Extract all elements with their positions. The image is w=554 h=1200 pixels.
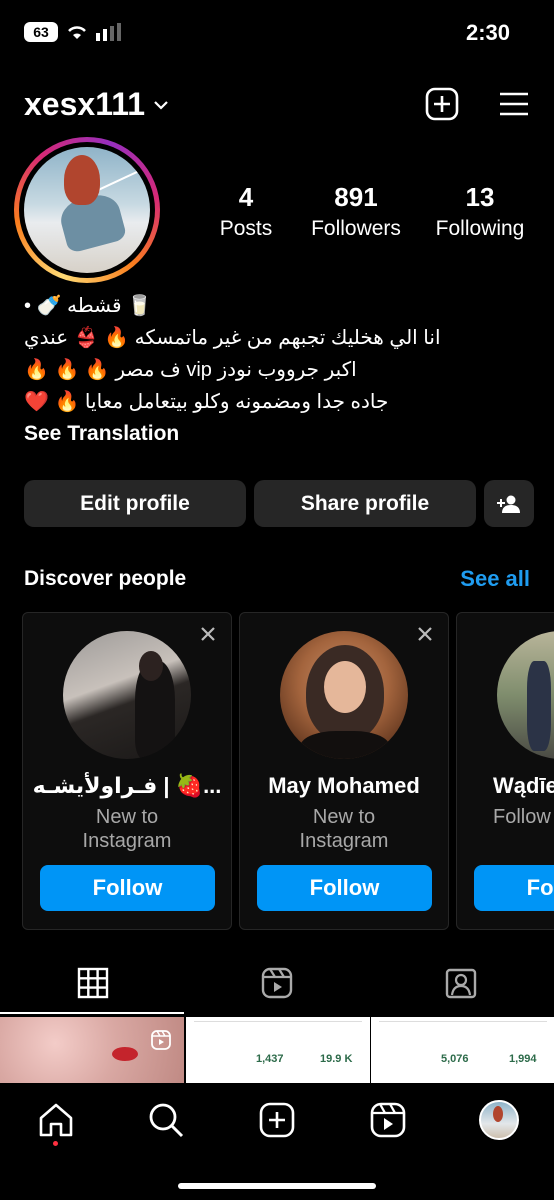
tagged-icon[interactable] xyxy=(444,966,478,1000)
stat-following[interactable]: 13 Following xyxy=(425,180,535,244)
close-icon[interactable] xyxy=(416,625,434,643)
grid-icon[interactable] xyxy=(76,966,110,1000)
suggestion-name: May Mohamed xyxy=(268,773,420,798)
lips-sticker xyxy=(112,1047,138,1061)
status-bar: 63 2:30 xyxy=(0,0,554,66)
discover-people-title: Discover people xyxy=(24,567,187,590)
follow-button[interactable]: Follow xyxy=(257,865,432,911)
suggestion-card[interactable]: May Mohamed New to Instagram Follow xyxy=(239,612,449,930)
post-stat: 1,994 xyxy=(509,1053,537,1065)
see-all-link[interactable]: See all xyxy=(460,566,530,592)
post-thumbnail[interactable]: 5,076 1,994 xyxy=(371,1017,554,1083)
search-icon[interactable] xyxy=(146,1100,186,1140)
avatar-photo xyxy=(24,147,150,273)
status-icons: 63 xyxy=(24,22,122,42)
create-post-icon[interactable] xyxy=(424,86,460,122)
posts-grid: 1,437 19.9 K 5,076 1,994 xyxy=(0,1017,554,1083)
create-icon[interactable] xyxy=(257,1100,297,1140)
stat-followers[interactable]: 891 Followers xyxy=(287,180,425,244)
reel-badge-icon xyxy=(151,1030,171,1050)
signal-icon xyxy=(96,23,121,41)
reels-icon[interactable] xyxy=(368,1100,408,1140)
profile-header: xesx111 xyxy=(0,80,554,136)
profile-avatar[interactable] xyxy=(14,137,160,283)
bio-line: انا الي هخليك تجبهم من غير ماتمسكه 🔥 👙 ع… xyxy=(24,327,441,349)
suggestion-subtitle: New to Instagram xyxy=(299,806,389,852)
suggestion-name: Wądīe xyxy=(493,773,554,798)
suggestion-subtitle: Follow xyxy=(493,806,551,828)
follow-button[interactable]: Follow xyxy=(40,865,215,911)
notification-dot xyxy=(53,1141,58,1146)
active-tab-indicator xyxy=(0,1012,184,1014)
add-person-icon xyxy=(497,495,520,513)
suggestion-avatar[interactable] xyxy=(497,631,554,759)
username: xesx111 xyxy=(24,86,146,122)
edit-profile-button[interactable]: Edit profile xyxy=(24,480,246,527)
suggestion-cards: فـراولأيشـه | 🍓... New to Instagram Foll… xyxy=(22,612,554,930)
post-stat: 5,076 xyxy=(441,1053,469,1065)
bio-line: جاده جدا ومضمونه وكلو بيتعامل معايا 🔥 ❤️ xyxy=(24,391,389,413)
close-icon[interactable] xyxy=(199,625,217,643)
post-stat: 19.9 K xyxy=(320,1053,353,1065)
chevron-down-icon xyxy=(154,100,168,110)
suggestion-card[interactable]: Wądīe Follow Follow xyxy=(456,612,554,930)
suggestion-subtitle: New to Instagram xyxy=(82,806,172,852)
reels-icon[interactable] xyxy=(260,966,294,1000)
suggestion-avatar[interactable] xyxy=(280,631,408,759)
bio-line: اكبر جرووب نودز vip ف مصر 🔥 🔥 🔥 xyxy=(24,359,357,381)
battery-icon: 63 xyxy=(24,22,58,42)
follow-button[interactable]: Follow xyxy=(474,865,554,911)
account-switcher[interactable]: xesx111 xyxy=(24,86,169,123)
profile-bio: 🥛 قشطه 🍼 • انا الي هخليك تجبهم من غير ما… xyxy=(24,290,548,450)
home-indicator xyxy=(178,1183,376,1189)
profile-tab-avatar[interactable] xyxy=(479,1100,519,1140)
see-translation-link[interactable]: See Translation xyxy=(24,418,548,450)
clock: 2:30 xyxy=(465,20,510,45)
suggestion-name: فـراولأيشـه | 🍓... xyxy=(32,773,222,798)
menu-icon[interactable] xyxy=(496,86,532,122)
home-icon[interactable] xyxy=(36,1100,76,1140)
share-profile-button[interactable]: Share profile xyxy=(254,480,476,527)
post-thumbnail[interactable]: 1,437 19.9 K xyxy=(186,1017,370,1083)
wifi-icon xyxy=(68,26,86,39)
post-stat: 1,437 xyxy=(256,1053,284,1065)
profile-tabs xyxy=(0,950,554,1016)
profile-stats: 4 Posts 891 Followers 13 Following xyxy=(205,180,545,244)
suggestion-card[interactable]: فـراولأيشـه | 🍓... New to Instagram Foll… xyxy=(22,612,232,930)
post-thumbnail[interactable] xyxy=(0,1017,184,1083)
suggestion-avatar[interactable] xyxy=(63,631,191,759)
profile-actions: Edit profile Share profile xyxy=(24,480,534,528)
bio-line: 🥛 قشطه 🍼 • xyxy=(24,295,153,317)
stat-posts[interactable]: 4 Posts xyxy=(205,180,287,244)
discover-people-button[interactable] xyxy=(484,480,534,527)
